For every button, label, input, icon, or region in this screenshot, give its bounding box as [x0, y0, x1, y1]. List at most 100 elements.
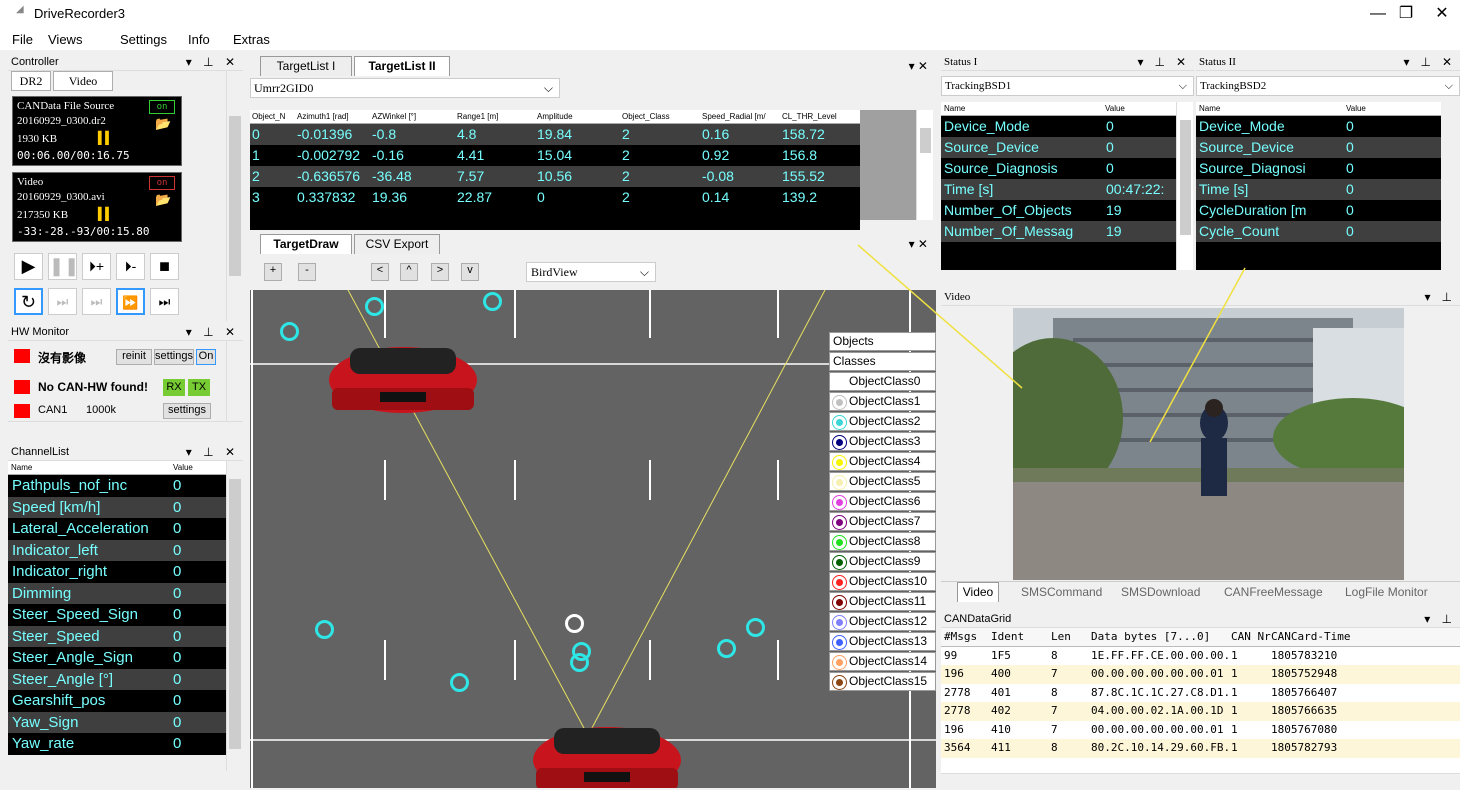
- can1-settings-button[interactable]: settings: [163, 403, 211, 419]
- status-row[interactable]: Time [s] 00:47:22:: [941, 179, 1176, 200]
- col-name-header[interactable]: Name: [1199, 102, 1220, 115]
- can-col-header[interactable]: CAN Nr: [1231, 628, 1271, 646]
- legend-item[interactable]: ObjectClass6: [829, 492, 936, 511]
- tab-video[interactable]: Video: [53, 71, 113, 91]
- targetlist-row[interactable]: 0 -0.01396 -0.8 4.8 19.84 2 0.16 158.72: [250, 124, 860, 145]
- restore-button[interactable]: ❐: [1386, 2, 1426, 28]
- targetlist-col-header[interactable]: Object_N: [252, 110, 285, 123]
- close-button[interactable]: ✕: [1422, 2, 1460, 28]
- channel-list-scrollbar[interactable]: [226, 461, 243, 771]
- panel-controls[interactable]: ▾ ⊥ ✕: [186, 54, 239, 70]
- legend-item[interactable]: ObjectClass11: [829, 592, 936, 611]
- pan-up-button[interactable]: ^: [400, 263, 418, 281]
- legend-item[interactable]: ObjectClass4: [829, 452, 936, 471]
- targetlist-col-header[interactable]: Range1 [m]: [457, 110, 498, 123]
- zoom-in-button[interactable]: +: [264, 263, 282, 281]
- panel-controls[interactable]: ▾ ⊥: [1424, 611, 1456, 627]
- targetlist-col-header[interactable]: Amplitude: [537, 110, 573, 123]
- panel-controls[interactable]: ▾ ⊥: [1425, 289, 1456, 305]
- pause-icon[interactable]: ❚❚: [48, 253, 79, 280]
- target-marker[interactable]: [450, 673, 469, 692]
- tab-sms-command[interactable]: SMSCommand: [1021, 585, 1102, 599]
- channel-row[interactable]: Dimming 0: [8, 582, 226, 604]
- target-marker[interactable]: [570, 653, 589, 672]
- can-row[interactable]: 2778 402 7 04.00.00.02.1A.00.1D 1 1805766635: [941, 702, 1460, 721]
- settings-button[interactable]: settings: [154, 349, 194, 365]
- can-row[interactable]: 196 410 7 00.00.00.00.00.00.01 1 1805767080: [941, 720, 1460, 739]
- legend-item[interactable]: ObjectClass9: [829, 552, 936, 571]
- panel-controls[interactable]: ▾ ⊥ ✕: [1137, 54, 1190, 70]
- legend-item[interactable]: ObjectClass10: [829, 572, 936, 591]
- tab-csv-export[interactable]: CSV Export: [354, 234, 440, 254]
- legend-item[interactable]: ObjectClass2: [829, 412, 936, 431]
- can-row[interactable]: 196 400 7 00.00.00.00.00.00.01 1 1805752948: [941, 665, 1460, 684]
- col-name-header[interactable]: Name: [11, 461, 32, 474]
- col-value-header[interactable]: Value: [173, 461, 193, 474]
- can-row[interactable]: 2778 401 8 87.8C.1C.1C.27.C8.D1. 1 1805766407: [941, 683, 1460, 702]
- targetlist-scrollbar[interactable]: [916, 110, 933, 220]
- col-value-header[interactable]: Value: [1346, 102, 1366, 115]
- channel-row[interactable]: Steer_Speed 0: [8, 625, 226, 647]
- can-col-header[interactable]: Ident: [991, 628, 1024, 646]
- candatagrid-hscroll[interactable]: [941, 773, 1460, 788]
- folder-icon[interactable]: 📂: [155, 117, 171, 132]
- menu-file[interactable]: File: [12, 32, 33, 47]
- tab-video-view[interactable]: Video: [957, 582, 999, 602]
- hw-monitor-scrollbar[interactable]: [226, 341, 243, 421]
- step-forward-icon[interactable]: ⏵+: [82, 253, 111, 280]
- status-row[interactable]: Source_Device 0: [941, 137, 1176, 158]
- skip-marker-icon[interactable]: ⏭: [82, 288, 111, 315]
- channel-row[interactable]: Steer_Speed_Sign 0: [8, 604, 226, 626]
- channel-row[interactable]: Pathpuls_nof_inc 0: [8, 475, 226, 497]
- jump-icon[interactable]: ⏩: [116, 288, 145, 315]
- status-row[interactable]: Source_Diagnosis 0: [941, 158, 1176, 179]
- status2-dropdown[interactable]: TrackingBSD2 ⌵: [1196, 76, 1460, 96]
- channel-row[interactable]: Indicator_right 0: [8, 561, 226, 583]
- legend-item[interactable]: ObjectClass13: [829, 632, 936, 651]
- target-source-dropdown[interactable]: Umrr2GID0 ⌵: [250, 78, 560, 98]
- targetlist-col-header[interactable]: Speed_Radial [m/: [702, 110, 766, 123]
- targetlist-row[interactable]: 3 0.337832 19.36 22.87 0 2 0.14 139.2: [250, 187, 860, 208]
- zoom-out-button[interactable]: -: [298, 263, 316, 281]
- controller-scrollbar[interactable]: [226, 71, 243, 321]
- targetlist-col-header[interactable]: Azimuth1 [rad]: [297, 110, 349, 123]
- step-back-icon[interactable]: ⏵-: [116, 253, 145, 280]
- legend-item[interactable]: ObjectClass15: [829, 672, 936, 691]
- on-button[interactable]: On: [196, 349, 216, 365]
- loop-icon[interactable]: ↻: [14, 288, 43, 315]
- status1-scrollbar[interactable]: [1176, 102, 1193, 270]
- status1-dropdown[interactable]: TrackingBSD1 ⌵: [941, 76, 1194, 96]
- targetlist-row[interactable]: 1 -0.002792 -0.16 4.41 15.04 2 0.92 156.8: [250, 145, 860, 166]
- status-row[interactable]: Device_Mode 0: [941, 116, 1176, 137]
- status-row[interactable]: Number_Of_Objects 19: [941, 200, 1176, 221]
- panel-controls[interactable]: ▾ ✕: [909, 59, 928, 73]
- panel-controls[interactable]: ▾ ⊥ ✕: [186, 444, 239, 460]
- target-marker[interactable]: [717, 639, 736, 658]
- legend-item[interactable]: ObjectClass12: [829, 612, 936, 631]
- target-marker[interactable]: [315, 620, 334, 639]
- skip-end-icon[interactable]: ⏭: [150, 288, 179, 315]
- can-row[interactable]: 99 1F5 8 1E.FF.FF.CE.00.00.00. 1 1805783210: [941, 646, 1460, 665]
- can-col-header[interactable]: #Msgs: [944, 628, 977, 646]
- menu-extras[interactable]: Extras: [233, 32, 270, 47]
- can-row[interactable]: 3564 411 8 80.2C.10.14.29.60.FB. 1 1805782793: [941, 739, 1460, 758]
- target-marker[interactable]: [746, 618, 765, 637]
- view-mode-dropdown[interactable]: BirdView ⌵: [526, 262, 656, 282]
- can-col-header[interactable]: CANCard-Time: [1271, 628, 1350, 646]
- legend-item[interactable]: ObjectClass3: [829, 432, 936, 451]
- can-col-header[interactable]: Len: [1051, 628, 1071, 646]
- tab-logfile-monitor[interactable]: LogFile Monitor: [1345, 585, 1428, 599]
- tab-targetdraw[interactable]: TargetDraw: [260, 234, 352, 254]
- pan-left-button[interactable]: <: [371, 263, 389, 281]
- legend-item[interactable]: ObjectClass0: [829, 372, 936, 391]
- hw-monitor-hscroll[interactable]: [8, 421, 243, 434]
- status-row[interactable]: Time [s] 0: [1196, 179, 1441, 200]
- panel-controls[interactable]: ▾ ⊥ ✕: [1403, 54, 1456, 70]
- tab-dr2[interactable]: DR2: [11, 71, 51, 91]
- reinit-button[interactable]: reinit: [116, 349, 152, 365]
- status-row[interactable]: Cycle_Count 0: [1196, 221, 1441, 242]
- legend-item[interactable]: ObjectClass5: [829, 472, 936, 491]
- legend-item[interactable]: ObjectClass7: [829, 512, 936, 531]
- targetlist-col-header[interactable]: AZWinkel [°]: [372, 110, 416, 123]
- legend-item[interactable]: ObjectClass1: [829, 392, 936, 411]
